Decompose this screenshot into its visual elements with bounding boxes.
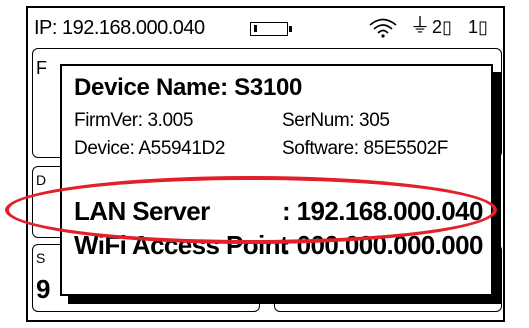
ip-address-label: IP: 192.168.000.040	[34, 17, 205, 39]
wifi-access-point-value: : 000.000.000.000	[282, 230, 483, 260]
serial-number: SerNum: 305	[282, 110, 390, 131]
wifi-access-point-label: WiFi Access Point	[74, 230, 289, 260]
status-bar: IP: 192.168.000.040 ⏚ 2▯ 1▯	[28, 8, 503, 48]
firmware-version: FirmVer: 3.005	[74, 110, 194, 131]
device-info-popup: Device Name: S3100 FirmVer: 3.005 SerNum…	[60, 64, 493, 296]
plug-icon: ⏚	[410, 15, 430, 37]
software-id: Software: 85E5502F	[282, 138, 449, 159]
wifi-icon	[369, 18, 397, 38]
lan-server-value: : 192.168.000.040	[282, 196, 483, 226]
background-fragment: F	[36, 58, 47, 78]
port-2-icon: 2▯	[432, 17, 452, 37]
device-id: Device: A55941D2	[74, 138, 225, 159]
port-1-icon: 1▯	[468, 17, 488, 37]
background-fragment: 9	[36, 274, 51, 304]
background-fragment: S	[36, 250, 46, 266]
lan-server-label: LAN Server	[74, 196, 210, 226]
device-name-title: Device Name: S3100	[74, 74, 303, 101]
device-screen: IP: 192.168.000.040 ⏚ 2▯ 1▯ F D S 9 Devi…	[26, 6, 505, 322]
background-fragment: D	[36, 172, 47, 188]
battery-icon	[250, 22, 292, 36]
